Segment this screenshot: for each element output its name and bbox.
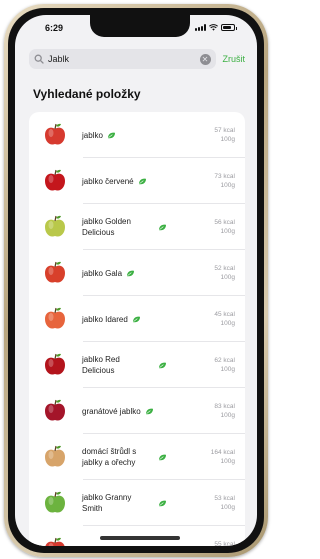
status-icons — [195, 24, 237, 31]
item-kcal: 45 kcal — [214, 311, 235, 318]
item-nutrition: 45 kcal 100g — [203, 310, 245, 328]
food-thumbnail — [39, 441, 71, 473]
item-name: jablko Gala — [82, 268, 123, 278]
item-kcal: 52 kcal — [214, 265, 235, 272]
item-portion: 100g — [220, 320, 235, 327]
item-portion: 100g — [220, 412, 235, 419]
home-indicator — [100, 536, 180, 540]
item-nutrition: 52 kcal 100g — [203, 264, 245, 282]
item-name-wrap: jablko červené — [71, 176, 203, 187]
item-nutrition: 57 kcal 100g — [203, 126, 245, 144]
item-kcal: 53 kcal — [214, 495, 235, 502]
item-nutrition: 56 kcal 100g — [203, 218, 245, 236]
item-name-wrap: jablko Red Delicious — [71, 354, 203, 376]
item-name: jablko Granny Smith — [82, 493, 132, 513]
food-thumbnail — [39, 533, 71, 546]
wifi-icon — [209, 24, 218, 31]
item-name: jablko — [82, 130, 103, 140]
leaf-icon — [159, 224, 166, 230]
item-nutrition: 53 kcal 100g — [203, 494, 245, 512]
leaf-icon — [107, 546, 116, 547]
food-thumbnail — [39, 349, 71, 381]
item-name-wrap: jablko Golden Delicious — [71, 216, 203, 238]
item-kcal: 164 kcal — [210, 449, 235, 456]
leaf-icon — [159, 362, 166, 368]
search-query: Jablk — [48, 54, 70, 64]
item-name: jablko Golden Delicious — [82, 217, 131, 237]
leaf-icon — [107, 132, 115, 138]
list-item[interactable]: granátové jablko 83 kcal 100g — [29, 388, 245, 434]
food-thumbnail — [39, 395, 71, 427]
list-item[interactable]: jablko 57 kcal 100g — [29, 112, 245, 158]
status-time: 6:29 — [45, 23, 64, 33]
leaf-icon — [127, 270, 135, 276]
cancel-button[interactable]: Zrušit — [223, 54, 246, 64]
item-kcal: 57 kcal — [214, 127, 235, 134]
item-name: domácí štrůdl s jablky a ořechy — [82, 447, 137, 467]
phone-frame: 6:29 Jablk ✕ Zrušit Vyhledané položky ja… — [4, 4, 268, 557]
item-kcal: 55 kcal — [214, 541, 235, 546]
item-name-wrap: jablko Idared — [71, 314, 203, 325]
item-name: jablko Idared — [82, 314, 128, 324]
item-name-wrap: jablko Gala — [71, 268, 203, 279]
item-name-wrap: granátové jablko — [71, 406, 203, 417]
item-nutrition: 164 kcal 100g — [203, 448, 245, 466]
item-name: jablko Red Delicious — [82, 355, 120, 375]
app-screen: 6:29 Jablk ✕ Zrušit Vyhledané položky ja… — [15, 15, 257, 546]
list-item[interactable]: domácí štrůdl s jablky a ořechy 164 kcal 1… — [29, 434, 245, 480]
item-name-wrap: domácí štrůdl s jablky a ořechy — [71, 446, 203, 468]
signal-icon — [195, 24, 206, 31]
item-name-wrap: jablko Granny Smith — [71, 492, 203, 514]
item-kcal: 62 kcal — [214, 357, 235, 364]
food-thumbnail — [39, 165, 71, 197]
item-nutrition: 83 kcal 100g — [203, 402, 245, 420]
food-thumbnail — [39, 487, 71, 519]
list-item[interactable]: jablko Golden Delicious 56 kcal 100g — [29, 204, 245, 250]
battery-icon — [221, 24, 237, 31]
item-portion: 100g — [220, 504, 235, 511]
list-item[interactable]: jablko Red Delicious 62 kcal 100g — [29, 342, 245, 388]
search-row: Jablk ✕ Zrušit — [29, 49, 245, 69]
results-list: jablko 57 kcal 100g jablko červené 73 kcal 10… — [29, 112, 245, 546]
item-name-wrap: jablko — [71, 544, 203, 547]
leaf-icon — [159, 454, 166, 460]
leaf-icon — [159, 500, 166, 506]
list-item[interactable]: jablko Idared 45 kcal 100g — [29, 296, 245, 342]
phone-bezel: 6:29 Jablk ✕ Zrušit Vyhledané položky ja… — [8, 8, 264, 553]
food-thumbnail — [39, 303, 71, 335]
item-portion: 100g — [220, 458, 235, 465]
section-title: Vyhledané položky — [33, 87, 141, 101]
item-kcal: 83 kcal — [214, 403, 235, 410]
list-item[interactable]: jablko Gala 52 kcal 100g — [29, 250, 245, 296]
item-nutrition: 73 kcal 100g — [203, 172, 245, 190]
item-portion: 100g — [220, 136, 235, 143]
item-portion: 100g — [220, 228, 235, 235]
item-nutrition: 55 kcal100g — [203, 540, 245, 546]
item-name: jablko — [82, 544, 103, 547]
item-kcal: 73 kcal — [214, 173, 235, 180]
item-name-wrap: jablko — [71, 130, 203, 141]
item-name: jablko červené — [82, 176, 134, 186]
item-name: granátové jablko — [82, 406, 141, 416]
search-input[interactable]: Jablk ✕ — [29, 49, 216, 69]
clear-icon[interactable]: ✕ — [199, 53, 211, 65]
list-item[interactable]: jablko červené 73 kcal 100g — [29, 158, 245, 204]
item-nutrition: 62 kcal 100g — [203, 356, 245, 374]
leaf-icon — [145, 408, 153, 414]
item-portion: 100g — [220, 182, 235, 189]
leaf-icon — [138, 178, 146, 184]
leaf-icon — [132, 316, 140, 322]
item-portion: 100g — [220, 366, 235, 373]
item-portion: 100g — [220, 274, 235, 281]
food-thumbnail — [39, 119, 71, 151]
food-thumbnail — [39, 211, 71, 243]
item-kcal: 56 kcal — [214, 219, 235, 226]
list-item[interactable]: jablko Granny Smith 53 kcal 100g — [29, 480, 245, 526]
food-thumbnail — [39, 257, 71, 289]
search-icon — [34, 54, 44, 64]
notch — [90, 15, 190, 37]
